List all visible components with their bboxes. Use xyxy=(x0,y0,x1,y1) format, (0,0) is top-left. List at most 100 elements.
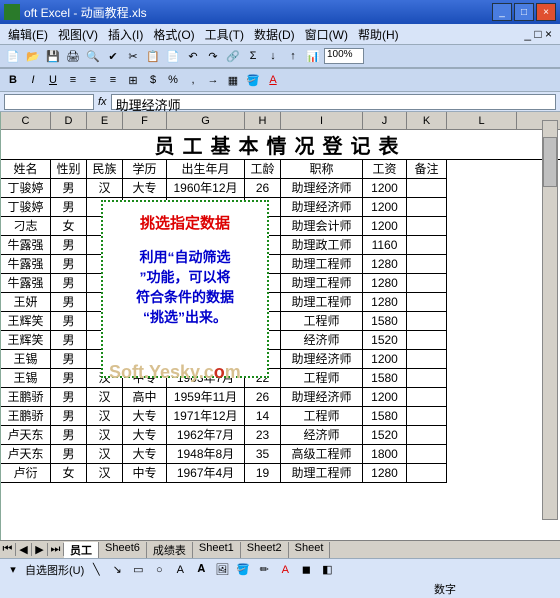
borders-icon[interactable]: ▦ xyxy=(224,71,242,89)
underline-icon[interactable]: U xyxy=(44,71,62,89)
data-cell[interactable]: 牛露强 xyxy=(1,255,51,274)
data-cell[interactable]: 男 xyxy=(51,331,87,350)
chart-icon[interactable]: 📊 xyxy=(304,47,322,65)
data-cell[interactable]: 1971年12月 xyxy=(167,407,245,426)
mdi-restore[interactable]: _ □ × xyxy=(520,25,556,43)
data-cell[interactable]: 1280 xyxy=(363,255,407,274)
zoom-combo[interactable]: 100% xyxy=(324,48,364,64)
data-cell[interactable]: 1948年8月 xyxy=(167,445,245,464)
col-header[interactable]: I xyxy=(281,112,363,129)
data-cell[interactable]: 男 xyxy=(51,312,87,331)
close-button[interactable]: × xyxy=(536,3,556,21)
header-cell[interactable]: 性别 xyxy=(51,160,87,179)
data-cell[interactable]: 助理工程师 xyxy=(281,464,363,483)
data-cell[interactable] xyxy=(407,388,447,407)
data-cell[interactable]: 1160 xyxy=(363,236,407,255)
print-icon[interactable]: 🖨 xyxy=(64,47,82,65)
data-cell[interactable] xyxy=(407,445,447,464)
paste-icon[interactable]: 📄 xyxy=(164,47,182,65)
sheet-tab[interactable]: Sheet xyxy=(289,542,331,558)
header-cell[interactable]: 工资 xyxy=(363,160,407,179)
data-cell[interactable] xyxy=(407,255,447,274)
col-header[interactable]: J xyxy=(363,112,407,129)
data-cell[interactable]: 卢衍 xyxy=(1,464,51,483)
data-cell[interactable]: 35 xyxy=(245,445,281,464)
data-cell[interactable]: 1280 xyxy=(363,274,407,293)
sheet-tab[interactable]: Sheet2 xyxy=(241,542,289,558)
data-cell[interactable] xyxy=(407,350,447,369)
data-cell[interactable]: 1959年11月 xyxy=(167,388,245,407)
data-cell[interactable]: 大专 xyxy=(123,179,167,198)
menu-insert[interactable]: 插入(I) xyxy=(104,24,147,45)
data-cell[interactable] xyxy=(407,312,447,331)
data-cell[interactable]: 男 xyxy=(51,445,87,464)
new-icon[interactable]: 📄 xyxy=(4,47,22,65)
data-cell[interactable]: 男 xyxy=(51,426,87,445)
col-header[interactable]: G xyxy=(167,112,245,129)
header-cell[interactable]: 职称 xyxy=(281,160,363,179)
data-cell[interactable]: 汉 xyxy=(87,464,123,483)
sum-icon[interactable]: Σ xyxy=(244,47,262,65)
data-cell[interactable]: 大专 xyxy=(123,426,167,445)
fill-color-icon[interactable]: 🪣 xyxy=(244,71,262,89)
data-cell[interactable]: 1580 xyxy=(363,407,407,426)
data-cell[interactable]: 1200 xyxy=(363,350,407,369)
data-cell[interactable]: 工程师 xyxy=(281,407,363,426)
data-cell[interactable]: 助理经济师 xyxy=(281,388,363,407)
data-cell[interactable]: 汉 xyxy=(87,407,123,426)
data-cell[interactable]: 1200 xyxy=(363,198,407,217)
data-cell[interactable]: 高级工程师 xyxy=(281,445,363,464)
data-cell[interactable]: 大专 xyxy=(123,445,167,464)
data-cell[interactable]: 助理工程师 xyxy=(281,274,363,293)
sheet-tab[interactable]: 员工 xyxy=(64,542,99,558)
undo-icon[interactable]: ↶ xyxy=(184,47,202,65)
data-cell[interactable]: 26 xyxy=(245,179,281,198)
minimize-button[interactable]: _ xyxy=(492,3,512,21)
align-left-icon[interactable]: ≡ xyxy=(64,71,82,89)
link-icon[interactable]: 🔗 xyxy=(224,47,242,65)
data-cell[interactable]: 男 xyxy=(51,350,87,369)
data-cell[interactable]: 助理会计师 xyxy=(281,217,363,236)
merge-icon[interactable]: ⊞ xyxy=(124,71,142,89)
data-cell[interactable] xyxy=(407,198,447,217)
align-center-icon[interactable]: ≡ xyxy=(84,71,102,89)
col-header[interactable]: L xyxy=(447,112,517,129)
data-cell[interactable]: 牛露强 xyxy=(1,274,51,293)
data-cell[interactable]: 1280 xyxy=(363,293,407,312)
data-cell[interactable]: 助理经济师 xyxy=(281,350,363,369)
percent-icon[interactable]: % xyxy=(164,71,182,89)
data-cell[interactable]: 男 xyxy=(51,198,87,217)
data-cell[interactable]: 1200 xyxy=(363,179,407,198)
data-cell[interactable]: 高中 xyxy=(123,388,167,407)
data-cell[interactable]: 经济师 xyxy=(281,331,363,350)
data-cell[interactable]: 经济师 xyxy=(281,426,363,445)
data-cell[interactable]: 1960年12月 xyxy=(167,179,245,198)
data-cell[interactable]: 1280 xyxy=(363,464,407,483)
data-cell[interactable]: 中专 xyxy=(123,464,167,483)
sort-asc-icon[interactable]: ↓ xyxy=(264,47,282,65)
data-cell[interactable]: 1200 xyxy=(363,217,407,236)
data-cell[interactable]: 卢天东 xyxy=(1,426,51,445)
preview-icon[interactable]: 🔍 xyxy=(84,47,102,65)
data-cell[interactable] xyxy=(407,179,447,198)
data-cell[interactable]: 女 xyxy=(51,464,87,483)
menu-help[interactable]: 帮助(H) xyxy=(354,24,403,45)
menu-data[interactable]: 数据(D) xyxy=(250,24,299,45)
header-cell[interactable]: 备注 xyxy=(407,160,447,179)
data-cell[interactable]: 男 xyxy=(51,369,87,388)
data-cell[interactable]: 王鹏骄 xyxy=(1,388,51,407)
sort-desc-icon[interactable]: ↑ xyxy=(284,47,302,65)
data-cell[interactable]: 汉 xyxy=(87,179,123,198)
sheet-tab[interactable]: 成绩表 xyxy=(147,542,193,558)
data-cell[interactable] xyxy=(407,369,447,388)
data-cell[interactable] xyxy=(407,331,447,350)
data-cell[interactable]: 汉 xyxy=(87,388,123,407)
tab-prev-icon[interactable]: ◀ xyxy=(16,543,32,556)
menu-tools[interactable]: 工具(T) xyxy=(201,24,248,45)
maximize-button[interactable]: □ xyxy=(514,3,534,21)
data-cell[interactable]: 女 xyxy=(51,217,87,236)
data-cell[interactable]: 助理工程师 xyxy=(281,255,363,274)
header-cell[interactable]: 民族 xyxy=(87,160,123,179)
data-cell[interactable]: 王辉笑 xyxy=(1,331,51,350)
data-cell[interactable]: 男 xyxy=(51,293,87,312)
